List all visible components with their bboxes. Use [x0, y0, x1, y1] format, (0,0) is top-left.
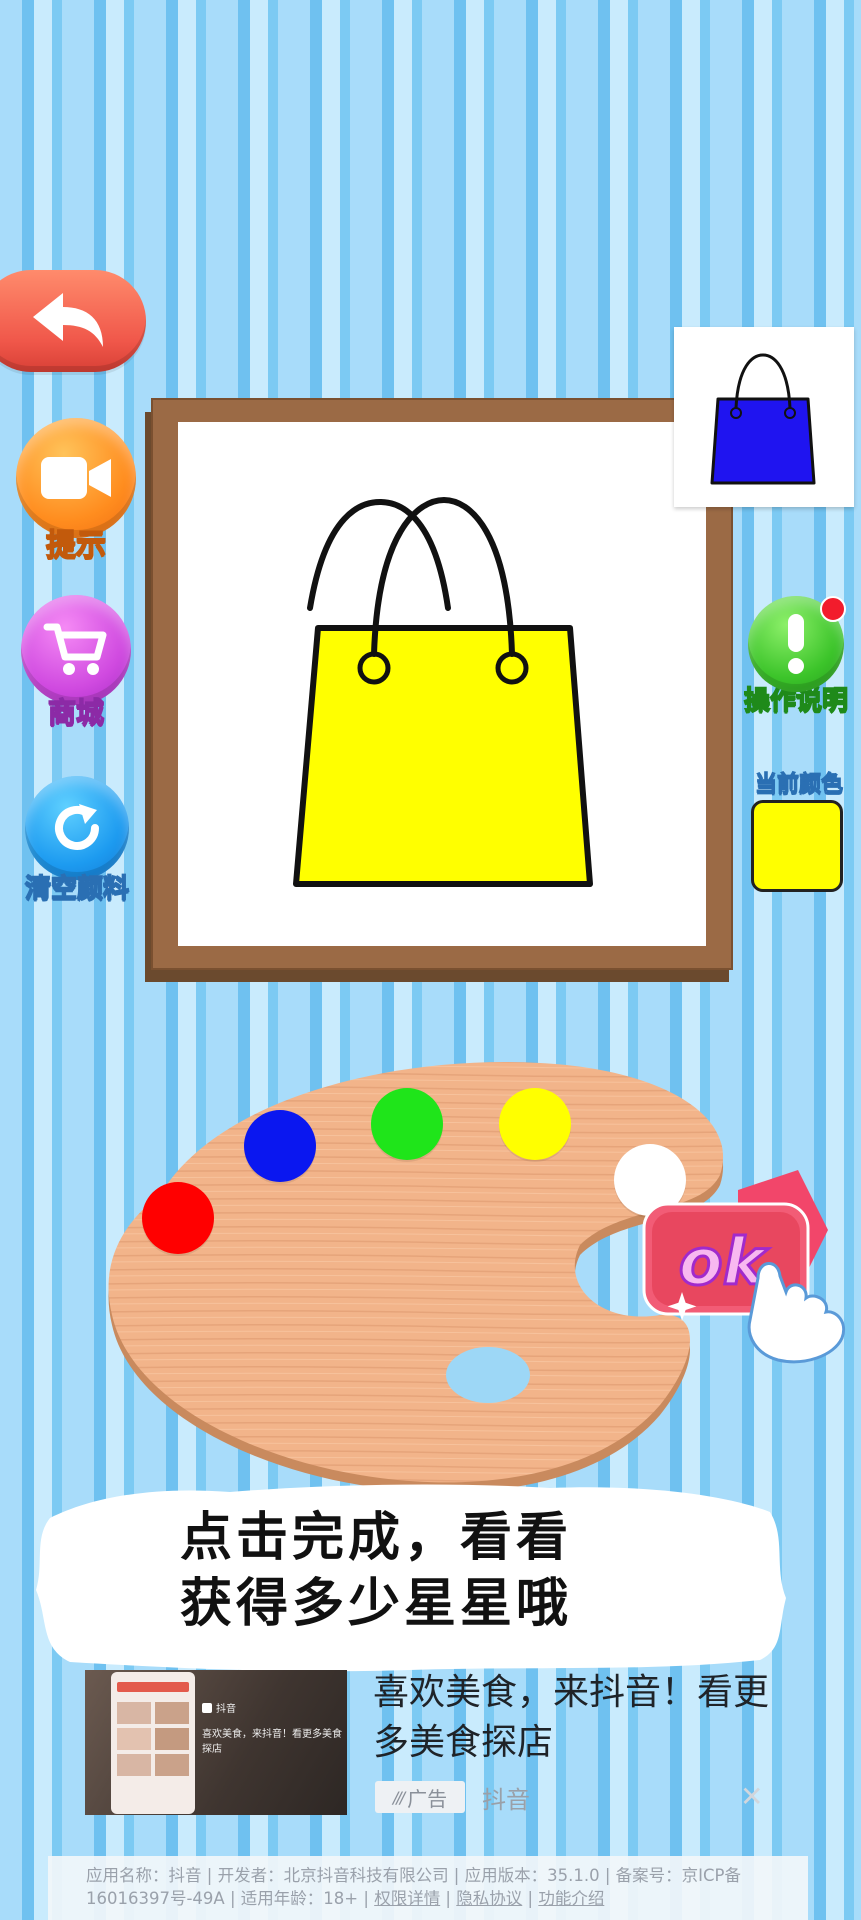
ad-badge: /// 广告: [375, 1781, 465, 1813]
footer-developer: 开发者：北京抖音科技有限公司: [217, 1866, 449, 1885]
footer-age: 适用年龄：18+: [240, 1889, 359, 1908]
paint-green[interactable]: [371, 1088, 443, 1160]
features-link[interactable]: 功能介绍: [538, 1889, 604, 1908]
ad-card-text: 喜欢美食，来抖音！看更多美食探店: [202, 1729, 342, 1755]
help-button[interactable]: 操作说明: [732, 596, 860, 717]
ad-logo-icon: ///: [392, 1787, 405, 1807]
game-screen: 提示 商城 清空颜料 操作说明 当前颜色 ok 点击完成，看看 获得多少星星哦 …: [0, 0, 861, 1920]
ad-close-icon[interactable]: ✕: [740, 1780, 763, 1813]
back-button[interactable]: [0, 270, 146, 372]
permissions-link[interactable]: 权限详情: [374, 1889, 440, 1908]
ok-button[interactable]: ok: [638, 1160, 860, 1370]
shop-orb: [21, 595, 131, 705]
shopping-cart-icon: [43, 623, 107, 675]
tiktok-icon: [202, 1702, 212, 1713]
footer-app-name: 应用名称：抖音: [86, 1866, 202, 1885]
help-orb: [748, 596, 846, 692]
clear-orb: [25, 776, 129, 880]
notification-dot: [820, 596, 846, 622]
clear-paint-button[interactable]: 清空颜料: [8, 776, 146, 905]
paint-red[interactable]: [142, 1182, 214, 1254]
shop-label: 商城: [47, 695, 105, 730]
banner-line-1: 点击完成，看看: [180, 1508, 573, 1568]
ad-source: 抖音: [482, 1786, 530, 1814]
refresh-icon: [55, 804, 99, 850]
banner-line-2: 获得多少星星哦: [180, 1574, 573, 1634]
ad-phone-preview: [111, 1672, 195, 1814]
painted-bag[interactable]: [178, 422, 706, 946]
paint-yellow[interactable]: [499, 1088, 571, 1160]
shop-button[interactable]: 商城: [18, 595, 134, 731]
ad-card: 抖音 喜欢美食，来抖音！看更多美食探店: [202, 1700, 342, 1755]
app-info-footer: 应用名称：抖音 | 开发者：北京抖音科技有限公司 | 应用版本：35.1.0 |…: [48, 1856, 808, 1920]
clear-paint-label: 清空颜料: [24, 873, 130, 905]
paint-blue[interactable]: [244, 1110, 316, 1182]
exclamation-icon: [788, 614, 804, 674]
banner-text: 点击完成，看看 获得多少星星哦: [180, 1505, 740, 1637]
ad-card-brand: 抖音: [216, 1704, 236, 1715]
target-image: [674, 327, 854, 507]
current-color-swatch: [751, 800, 843, 892]
hint-button[interactable]: 提示: [14, 418, 138, 564]
ad-badge-label: 广告: [407, 1786, 448, 1811]
drawing-canvas[interactable]: [178, 422, 706, 946]
target-bag: [710, 353, 816, 485]
footer-version: 应用版本：35.1.0: [464, 1866, 600, 1885]
hint-label: 提示: [45, 527, 107, 564]
ad-title[interactable]: 喜欢美食，来抖音！看更多美食探店: [373, 1668, 783, 1768]
current-color-label: 当前颜色: [754, 772, 843, 798]
video-camera-icon: [41, 457, 111, 499]
back-arrow-icon: [33, 293, 103, 347]
privacy-link[interactable]: 隐私协议: [456, 1889, 522, 1908]
